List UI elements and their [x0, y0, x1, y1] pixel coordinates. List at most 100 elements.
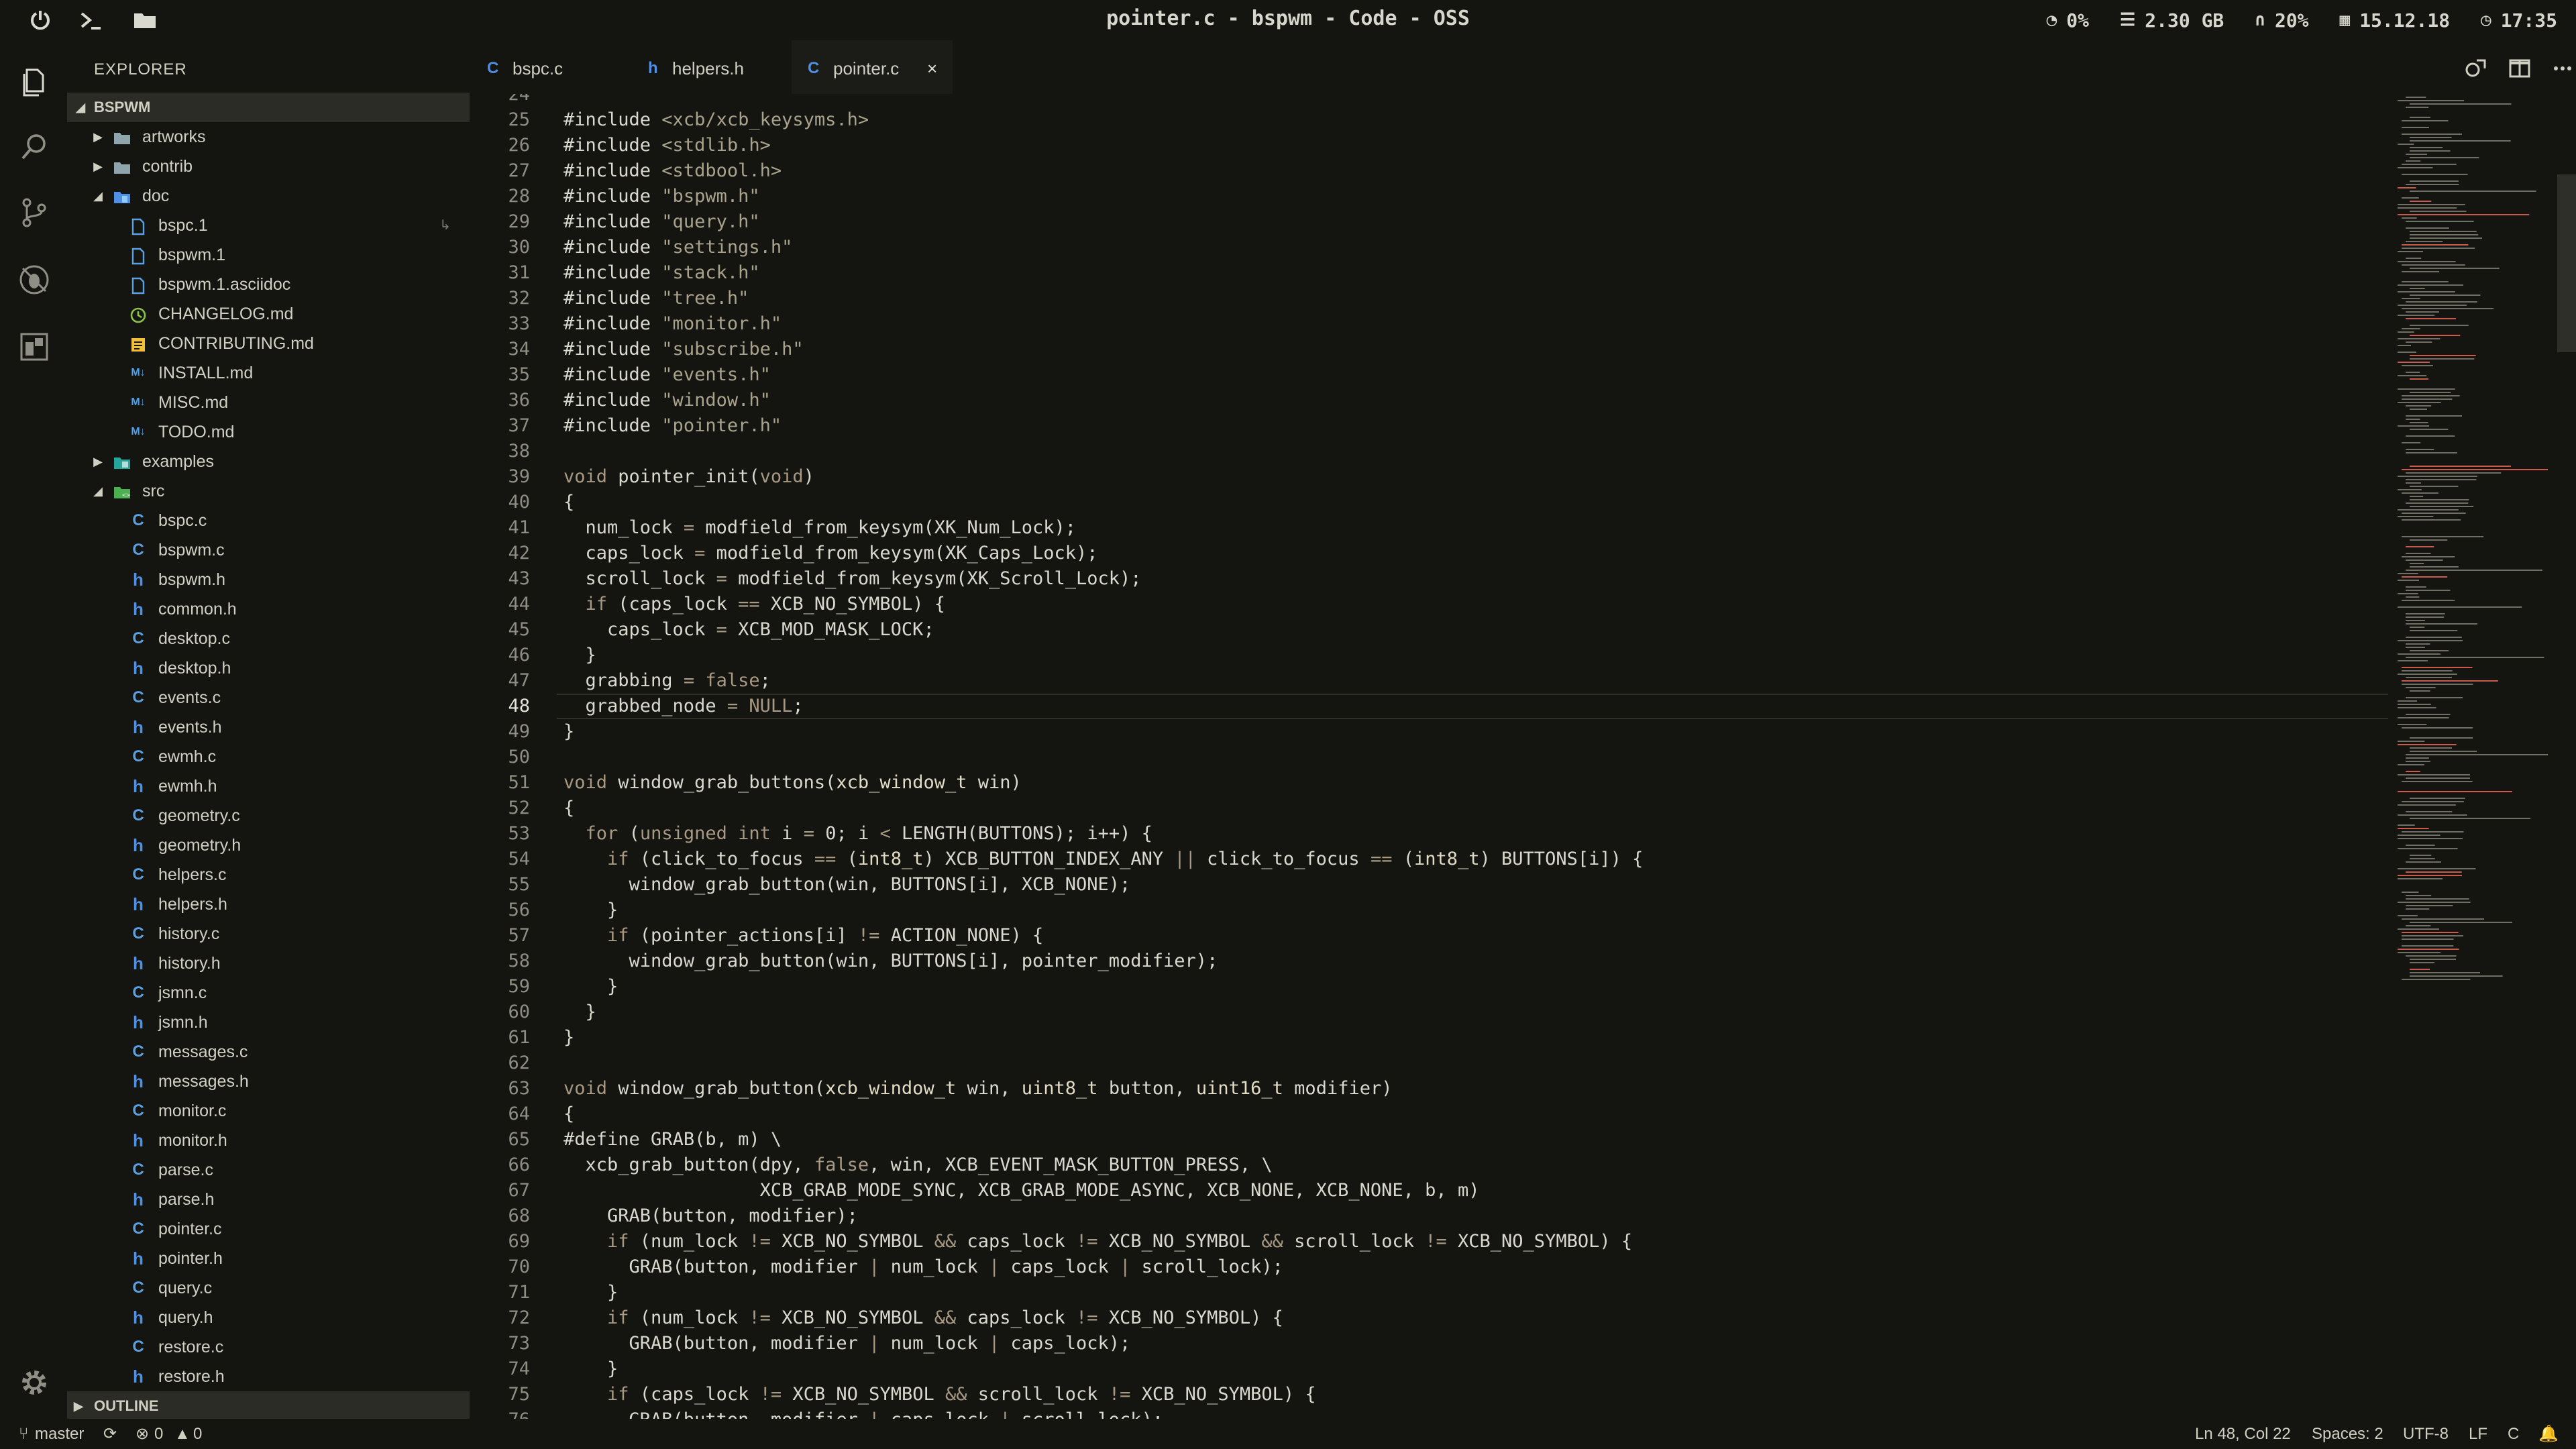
- tree-file[interactable]: Cparse.c: [67, 1155, 470, 1185]
- chevron-down-icon[interactable]: ◢: [90, 476, 106, 506]
- tree-file[interactable]: h messages.h: [67, 1067, 470, 1096]
- tree-file[interactable]: Cgeometry.c: [67, 801, 470, 830]
- workspace-root[interactable]: ◢ BSPWM: [67, 93, 470, 122]
- code-line[interactable]: #include "events.h": [564, 362, 771, 388]
- tree-file[interactable]: Cbspwm.c: [67, 535, 470, 565]
- code-line[interactable]: window_grab_button(win, BUTTONS[i], XCB_…: [564, 872, 1131, 898]
- code-line[interactable]: XCB_GRAB_MODE_SYNC, XCB_GRAB_MODE_ASYNC,…: [564, 1178, 1480, 1203]
- tree-file[interactable]: h helpers.h: [67, 890, 470, 919]
- bell-icon[interactable]: 🔔: [2538, 1419, 2559, 1449]
- code-line[interactable]: if (click_to_focus == (int8_t) XCB_BUTTO…: [564, 847, 1643, 872]
- tab-helpers-h[interactable]: h helpers.h: [624, 40, 778, 94]
- tree-file[interactable]: Chelpers.c: [67, 860, 470, 890]
- sync-icon[interactable]: ⟳: [103, 1419, 117, 1449]
- tree-folder[interactable]: ▶ artworks: [67, 122, 470, 152]
- tree-file[interactable]: Cewmh.c: [67, 742, 470, 771]
- code-line[interactable]: #include "subscribe.h": [564, 337, 804, 362]
- code-line[interactable]: void window_grab_buttons(xcb_window_t wi…: [564, 770, 1022, 796]
- indentation[interactable]: Spaces: 2: [2312, 1419, 2383, 1449]
- search-icon[interactable]: [17, 130, 51, 164]
- tree-folder[interactable]: ◢ doc: [67, 181, 470, 211]
- language-mode[interactable]: C: [2508, 1419, 2519, 1449]
- more-actions-icon[interactable]: [2549, 55, 2576, 82]
- code-line[interactable]: }: [564, 719, 574, 745]
- settings-gear-icon[interactable]: [17, 1366, 51, 1399]
- tree-file[interactable]: CHANGELOG.md: [67, 299, 470, 329]
- open-changes-icon[interactable]: [2462, 55, 2489, 82]
- code-line[interactable]: #include "monitor.h": [564, 311, 782, 337]
- tree-file[interactable]: Cpointer.c: [67, 1214, 470, 1244]
- code-line[interactable]: }: [564, 1356, 618, 1382]
- code-line[interactable]: GRAB(button, modifier | num_lock | caps_…: [564, 1331, 1131, 1356]
- extensions-icon[interactable]: [17, 330, 51, 364]
- code-line[interactable]: for (unsigned int i = 0; i < LENGTH(BUTT…: [564, 821, 1152, 847]
- code-line[interactable]: GRAB(button, modifier);: [564, 1203, 858, 1229]
- code-line[interactable]: #include "stack.h": [564, 260, 760, 286]
- code-line[interactable]: if (caps_lock == XCB_NO_SYMBOL) {: [564, 592, 945, 617]
- tree-file[interactable]: Crestore.c: [67, 1332, 470, 1362]
- error-icon[interactable]: ⊗: [136, 1419, 149, 1449]
- tree-file[interactable]: Cquery.c: [67, 1273, 470, 1303]
- code-line[interactable]: {: [564, 490, 574, 515]
- code-line[interactable]: #include "bspwm.h": [564, 184, 760, 209]
- chevron-right-icon[interactable]: ▶: [90, 122, 106, 152]
- tree-file[interactable]: Cmonitor.c: [67, 1096, 470, 1126]
- code-line[interactable]: if (num_lock != XCB_NO_SYMBOL && caps_lo…: [564, 1305, 1283, 1331]
- tree-file[interactable]: Chistory.c: [67, 919, 470, 949]
- code-line[interactable]: #define GRAB(b, m) \: [564, 1127, 782, 1152]
- code-line[interactable]: grabbed_node = NULL;: [564, 694, 804, 719]
- code-line[interactable]: #include "pointer.h": [564, 413, 782, 439]
- code-line[interactable]: }: [564, 974, 618, 1000]
- code-line[interactable]: }: [564, 643, 596, 668]
- tree-file[interactable]: h pointer.h: [67, 1244, 470, 1273]
- split-editor-icon[interactable]: [2506, 55, 2533, 82]
- tree-file[interactable]: bspc.1 ↳: [67, 211, 470, 240]
- code-editor[interactable]: 24 25 #include <xcb/xcb_keysyms.h> 26 #inclu…: [470, 94, 2388, 1419]
- chevron-right-icon[interactable]: ▶: [90, 447, 106, 476]
- close-tab-icon[interactable]: ×: [927, 40, 937, 97]
- code-line[interactable]: GRAB(button, modifier | caps_lock | scro…: [564, 1407, 1164, 1419]
- tree-file[interactable]: h query.h: [67, 1303, 470, 1332]
- tab-bspc-c[interactable]: C bspc.c: [470, 40, 624, 94]
- code-line[interactable]: {: [564, 1102, 574, 1127]
- tree-file[interactable]: h history.h: [67, 949, 470, 978]
- tree-file[interactable]: h jsmn.h: [67, 1008, 470, 1037]
- tree-file[interactable]: bspwm.1.asciidoc: [67, 270, 470, 299]
- line-ending[interactable]: LF: [2469, 1419, 2487, 1449]
- tree-file[interactable]: M↓ INSTALL.md: [67, 358, 470, 388]
- outline-section[interactable]: ▶ OUTLINE: [67, 1391, 470, 1421]
- code-line[interactable]: caps_lock = modfield_from_keysym(XK_Caps…: [564, 541, 1098, 566]
- code-line[interactable]: #include "tree.h": [564, 286, 749, 311]
- tree-folder[interactable]: ◢ <> src: [67, 476, 470, 506]
- tree-file[interactable]: h ewmh.h: [67, 771, 470, 801]
- code-line[interactable]: xcb_grab_button(dpy, false, win, XCB_EVE…: [564, 1152, 1273, 1178]
- chevron-down-icon[interactable]: ◢: [90, 181, 106, 211]
- code-line[interactable]: {: [564, 796, 574, 821]
- branch-label[interactable]: master: [35, 1419, 84, 1449]
- tree-file[interactable]: h bspwm.h: [67, 565, 470, 594]
- code-line[interactable]: void pointer_init(void): [564, 464, 814, 490]
- code-line[interactable]: scroll_lock = modfield_from_keysym(XK_Sc…: [564, 566, 1142, 592]
- code-line[interactable]: }: [564, 1000, 596, 1025]
- code-line[interactable]: if (num_lock != XCB_NO_SYMBOL && caps_lo…: [564, 1229, 1632, 1254]
- tab-pointer-c[interactable]: C pointer.c ×: [792, 40, 953, 94]
- code-line[interactable]: if (caps_lock != XCB_NO_SYMBOL && scroll…: [564, 1382, 1316, 1407]
- tree-file[interactable]: Cmessages.c: [67, 1037, 470, 1067]
- code-line[interactable]: GRAB(button, modifier | num_lock | caps_…: [564, 1254, 1283, 1280]
- code-line[interactable]: grabbing = false;: [564, 668, 771, 694]
- minimap[interactable]: [2394, 94, 2555, 1033]
- code-line[interactable]: if (pointer_actions[i] != ACTION_NONE) {: [564, 923, 1043, 949]
- editor-scrollbar[interactable]: [2557, 174, 2576, 352]
- warning-icon[interactable]: ▲: [174, 1419, 191, 1449]
- volume-indicator[interactable]: ∩ 20%: [2255, 8, 2308, 32]
- tree-file[interactable]: h geometry.h: [67, 830, 470, 860]
- tree-file[interactable]: CONTRIBUTING.md: [67, 329, 470, 358]
- code-line[interactable]: }: [564, 1025, 574, 1051]
- code-line[interactable]: }: [564, 1280, 618, 1305]
- source-control-icon[interactable]: [17, 196, 51, 229]
- code-line[interactable]: #include <stdlib.h>: [564, 133, 771, 158]
- code-line[interactable]: #include <stdbool.h>: [564, 158, 782, 184]
- tree-file[interactable]: Cdesktop.c: [67, 624, 470, 653]
- cursor-position[interactable]: Ln 48, Col 22: [2195, 1419, 2291, 1449]
- tree-file[interactable]: M↓ MISC.md: [67, 388, 470, 417]
